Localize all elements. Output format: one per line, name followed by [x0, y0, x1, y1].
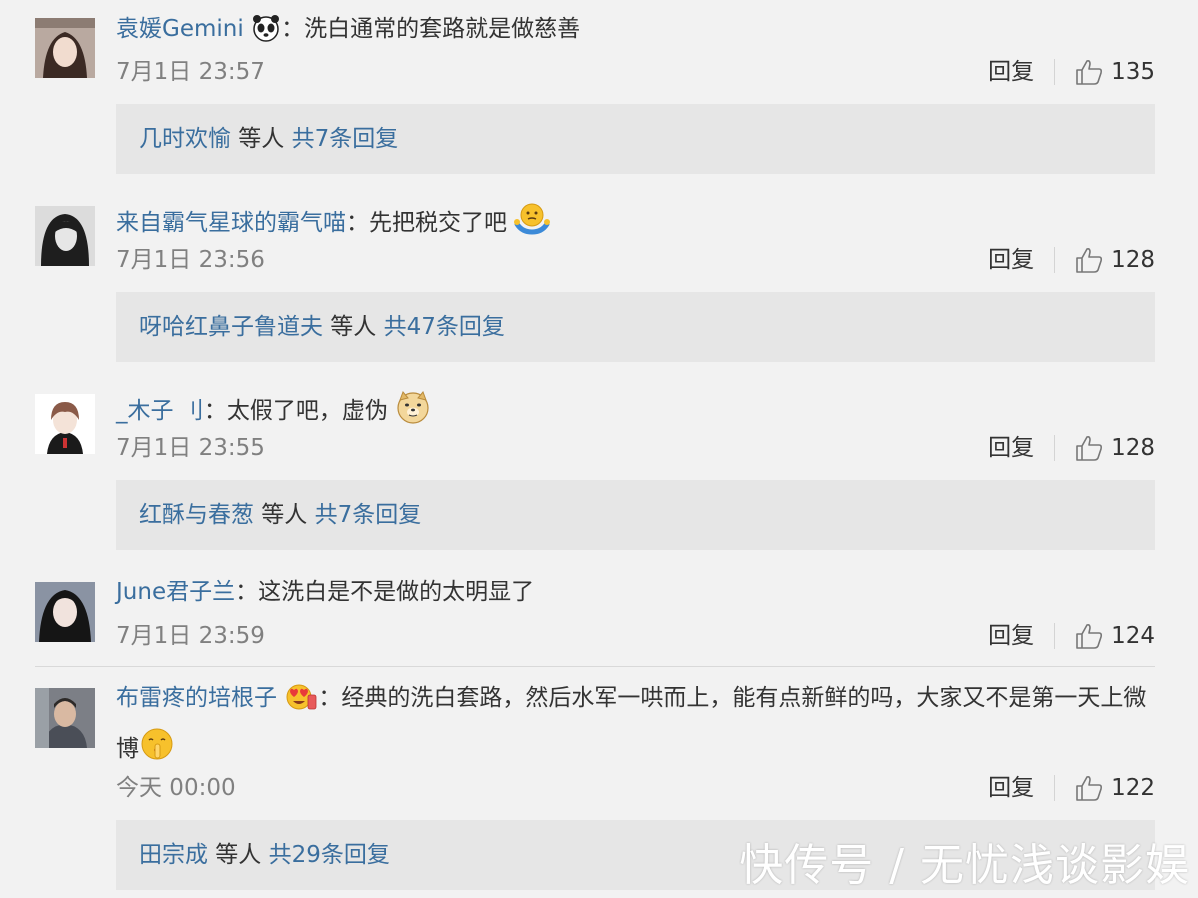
comment-separator: ：: [318, 685, 342, 711]
action-divider: [1054, 775, 1056, 801]
like-button[interactable]: 135: [1075, 57, 1155, 87]
reply-usernames[interactable]: 红酥与春葱: [139, 502, 254, 528]
reply-others-label: 等人: [254, 502, 315, 528]
reply-usernames[interactable]: 呀哈红鼻子鲁道夫: [139, 314, 323, 340]
reply-others-label: 等人: [323, 314, 384, 340]
thumbs-up-icon: [1076, 776, 1103, 801]
panda-emoji-icon: [251, 14, 281, 49]
reply-button[interactable]: 回复: [988, 621, 1034, 651]
avatar[interactable]: [35, 394, 95, 454]
comment-username[interactable]: 来自霸气星球的霸气喵: [116, 210, 346, 236]
comment-separator: ：: [281, 16, 305, 42]
thumbs-up-icon: [1076, 248, 1103, 273]
like-button[interactable]: 128: [1075, 433, 1155, 463]
comment-separator: ：: [235, 579, 259, 605]
shush-emoji-icon: [139, 726, 175, 777]
comment-username[interactable]: _木子 刂: [116, 398, 204, 424]
comment-text: 太假了吧，虚伪: [226, 398, 388, 424]
like-button[interactable]: 122: [1075, 773, 1155, 803]
replies-summary[interactable]: 红酥与春葱 等人 共7条回复: [116, 480, 1155, 550]
reply-others-label: 等人: [208, 842, 269, 868]
comment-time: 7月1日 23:55: [116, 435, 265, 461]
action-divider: [1054, 247, 1056, 273]
reply-total-link[interactable]: 共29条回复: [269, 842, 390, 868]
replies-summary[interactable]: 呀哈红鼻子鲁道夫 等人 共47条回复: [116, 292, 1155, 362]
reply-button[interactable]: 回复: [988, 433, 1034, 463]
thumbs-up-icon: [1076, 60, 1103, 85]
comment-separator: ：: [203, 398, 227, 424]
comment-text: 洗白通常的套路就是做慈善: [304, 16, 581, 42]
comment-text: 先把税交了吧: [369, 210, 507, 236]
action-divider: [1054, 435, 1056, 461]
comment-time: 7月1日 23:57: [116, 59, 265, 85]
reply-button[interactable]: 回复: [988, 245, 1034, 275]
reply-usernames[interactable]: 田宗成: [139, 842, 208, 868]
comment-time: 7月1日 23:59: [116, 623, 265, 649]
comment-time: 7月1日 23:56: [116, 247, 265, 273]
action-divider: [1054, 59, 1056, 85]
like-count: 128: [1111, 435, 1155, 461]
reply-usernames[interactable]: 几时欢愉: [139, 126, 231, 152]
like-count: 122: [1111, 775, 1155, 801]
replies-summary[interactable]: 几时欢愉 等人 共7条回复: [116, 104, 1155, 174]
comment-username[interactable]: 布雷疼的培根子: [116, 685, 277, 711]
reply-button[interactable]: 回复: [988, 773, 1034, 803]
thumbs-up-icon: [1076, 624, 1103, 649]
like-button[interactable]: 124: [1075, 621, 1155, 651]
heart-eyes-emoji-icon: [284, 681, 318, 726]
like-button[interactable]: 128: [1075, 245, 1155, 275]
watermark: 快传号 / 无忧浅谈影娱: [739, 840, 1190, 891]
reply-total-link[interactable]: 共7条回复: [292, 126, 399, 152]
comment-separator: ：: [346, 210, 369, 236]
action-divider: [1054, 623, 1056, 649]
avatar[interactable]: [35, 688, 95, 748]
reply-total-link[interactable]: 共47条回复: [384, 314, 505, 340]
reply-button[interactable]: 回复: [988, 57, 1034, 87]
thumbs-up-icon: [1076, 436, 1103, 461]
comment-username[interactable]: June君子兰: [116, 579, 235, 605]
comment-divider: [35, 666, 1155, 667]
comment-username[interactable]: 袁媛Gemini: [116, 16, 244, 42]
reply-others-label: 等人: [231, 126, 292, 152]
shrug-emoji-icon: [514, 202, 551, 243]
avatar[interactable]: [35, 206, 95, 266]
like-count: 128: [1111, 247, 1155, 273]
like-count: 135: [1111, 59, 1155, 85]
avatar[interactable]: [35, 18, 95, 78]
like-count: 124: [1111, 623, 1155, 649]
reply-total-link[interactable]: 共7条回复: [315, 502, 422, 528]
comment-text: 这洗白是不是做的太明显了: [258, 579, 535, 605]
comment-time: 今天 00:00: [116, 775, 236, 801]
doge-emoji-icon: [395, 390, 431, 431]
avatar[interactable]: [35, 582, 95, 642]
